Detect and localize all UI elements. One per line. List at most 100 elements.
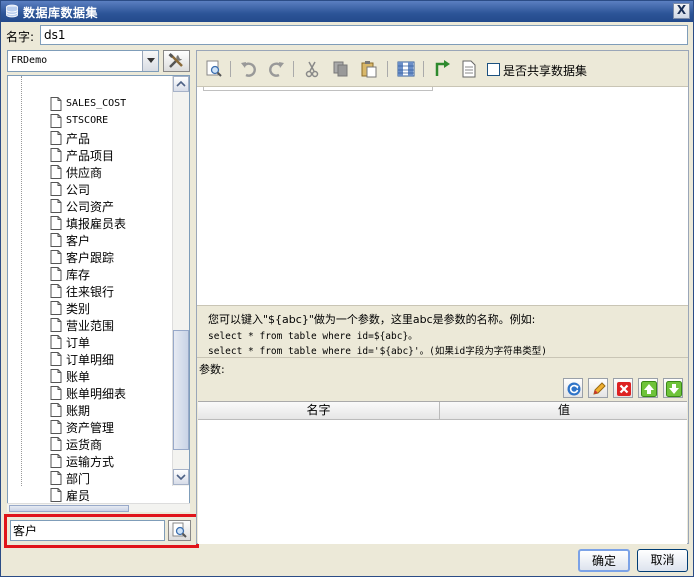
tree-item-label: 供应商 — [66, 166, 103, 180]
tree-guide-line — [21, 76, 22, 486]
refresh-params-button[interactable] — [563, 378, 583, 398]
table-icon — [50, 454, 62, 468]
table-icon — [50, 488, 62, 502]
table-icon — [50, 318, 62, 332]
tree-item-label: 库存 — [66, 268, 91, 282]
sql-editor[interactable] — [197, 91, 688, 305]
table-icon — [50, 403, 62, 417]
table-icon — [50, 301, 62, 315]
chevron-down-icon — [176, 474, 186, 481]
copy-icon[interactable] — [332, 60, 350, 78]
database-icon — [6, 4, 18, 18]
tree-item-label: STSCORE — [66, 115, 109, 126]
title-bar: 数据库数据集 X — [1, 1, 693, 22]
table-icon — [50, 148, 62, 162]
tree-item-label: 订单 — [66, 336, 91, 350]
parameters-table-header: 名字 值 — [198, 402, 687, 420]
tree-item-label: 客户 — [66, 234, 91, 248]
share-checkbox-box[interactable] — [487, 63, 500, 76]
table-search-input[interactable] — [10, 520, 165, 541]
database-select-value: FRDemo — [11, 55, 48, 66]
window-title: 数据库数据集 — [23, 6, 99, 20]
database-select[interactable]: FRDemo — [7, 50, 159, 72]
table-icon — [50, 97, 62, 111]
tree-item-label: 公司资产 — [66, 200, 115, 214]
table-icon — [50, 369, 62, 383]
connection-settings-button[interactable] — [163, 50, 190, 72]
tree-item-label: 资产管理 — [66, 421, 115, 435]
pencil-icon — [593, 382, 606, 395]
name-input[interactable] — [40, 25, 688, 45]
table-icon — [50, 114, 62, 128]
tree-item-label: 类别 — [66, 302, 91, 316]
redo-icon[interactable] — [267, 60, 285, 78]
move-down-param-button[interactable] — [663, 378, 683, 398]
tree-item-label: 公司 — [66, 183, 91, 197]
table-icon — [50, 420, 62, 434]
tree-item-label: 账期 — [66, 404, 91, 418]
tree-item-label: 客户跟踪 — [66, 251, 115, 265]
column-header-name[interactable]: 名字 — [198, 402, 440, 420]
arrow-up-icon — [641, 381, 657, 397]
table-icon — [50, 386, 62, 400]
toolbar-separator — [230, 61, 231, 77]
tree-item-label: 雇员 — [66, 489, 91, 503]
document-icon[interactable] — [460, 60, 478, 78]
hint-line-2: select * from table where id=${abc}。 — [208, 331, 418, 342]
tree-item-label: 账单明细表 — [66, 387, 127, 401]
share-checkbox-label: 是否共享数据集 — [503, 64, 588, 78]
chevron-up-icon — [176, 80, 186, 87]
undo-icon[interactable] — [240, 60, 258, 78]
tools-icon — [168, 53, 183, 68]
dialog-window: 数据库数据集 X 名字: FRDemo SALES_COST STSCORE 产品产… — [0, 0, 694, 577]
table-tree[interactable]: SALES_COST STSCORE 产品 产品项目 供应商 公司 公司资产 填报雇员表 客户客… — [7, 75, 190, 505]
tree-item-label: 账单 — [66, 370, 91, 384]
search-icon — [172, 522, 187, 538]
tree-item-label: 订单明细 — [66, 353, 115, 367]
scroll-up-button[interactable] — [173, 76, 189, 92]
preview-icon[interactable] — [205, 60, 223, 78]
cut-icon[interactable] — [303, 60, 321, 78]
toolbar-separator — [293, 61, 294, 77]
table-icon — [50, 131, 62, 145]
dropdown-arrow[interactable] — [142, 51, 158, 71]
close-button[interactable]: X — [673, 3, 690, 19]
hint-line-1: 您可以键入"${abc}"做为一个参数，这里abc是参数的名称。例如: — [208, 313, 536, 326]
delete-param-button[interactable] — [613, 378, 633, 398]
paste-icon[interactable] — [360, 60, 378, 78]
procedure-icon[interactable] — [433, 60, 451, 78]
tree-item-label: 填报雇员表 — [66, 217, 127, 231]
delete-icon — [617, 382, 631, 396]
tree-item-label: 产品项目 — [66, 149, 115, 163]
toolbar-separator — [423, 61, 424, 77]
tree-item-label: 运货商 — [66, 438, 103, 452]
left-panel: FRDemo SALES_COST STSCORE 产品 产品项目 供应商 公司 公司资产填… — [4, 50, 199, 548]
search-highlight-box — [4, 514, 199, 548]
parameter-hint: 您可以键入"${abc}"做为一个参数，这里abc是参数的名称。例如: sele… — [197, 305, 688, 357]
parameters-panel: 参数: 名字 值 — [197, 357, 688, 544]
refresh-icon — [567, 382, 581, 396]
table-icon — [50, 335, 62, 349]
table-icon — [50, 437, 62, 451]
column-header-value[interactable]: 值 — [441, 402, 687, 420]
scroll-thumb[interactable] — [173, 330, 189, 450]
scroll-down-button[interactable] — [173, 469, 189, 485]
parameters-table[interactable]: 名字 值 — [198, 401, 687, 544]
sql-panel: 是否共享数据集 您可以键入"${abc}"做为一个参数，这里abc是参数的名称。… — [196, 50, 689, 544]
arrow-down-icon — [666, 381, 682, 397]
name-label: 名字: — [6, 30, 35, 44]
toolbar-separator — [387, 61, 388, 77]
columns-icon[interactable] — [397, 60, 415, 78]
edit-param-button[interactable] — [588, 378, 608, 398]
tree-item-label: 运输方式 — [66, 455, 115, 469]
search-button[interactable] — [168, 520, 191, 541]
table-icon — [50, 233, 62, 247]
tree-horizontal-scrollbar[interactable] — [7, 503, 190, 512]
hscroll-thumb[interactable] — [9, 505, 129, 512]
table-icon — [50, 250, 62, 264]
cancel-button[interactable]: 取消 — [637, 549, 688, 572]
ok-button[interactable]: 确定 — [578, 549, 630, 572]
move-up-param-button[interactable] — [638, 378, 658, 398]
tree-item-label: 营业范围 — [66, 319, 115, 333]
tree-vertical-scrollbar[interactable] — [172, 76, 189, 486]
